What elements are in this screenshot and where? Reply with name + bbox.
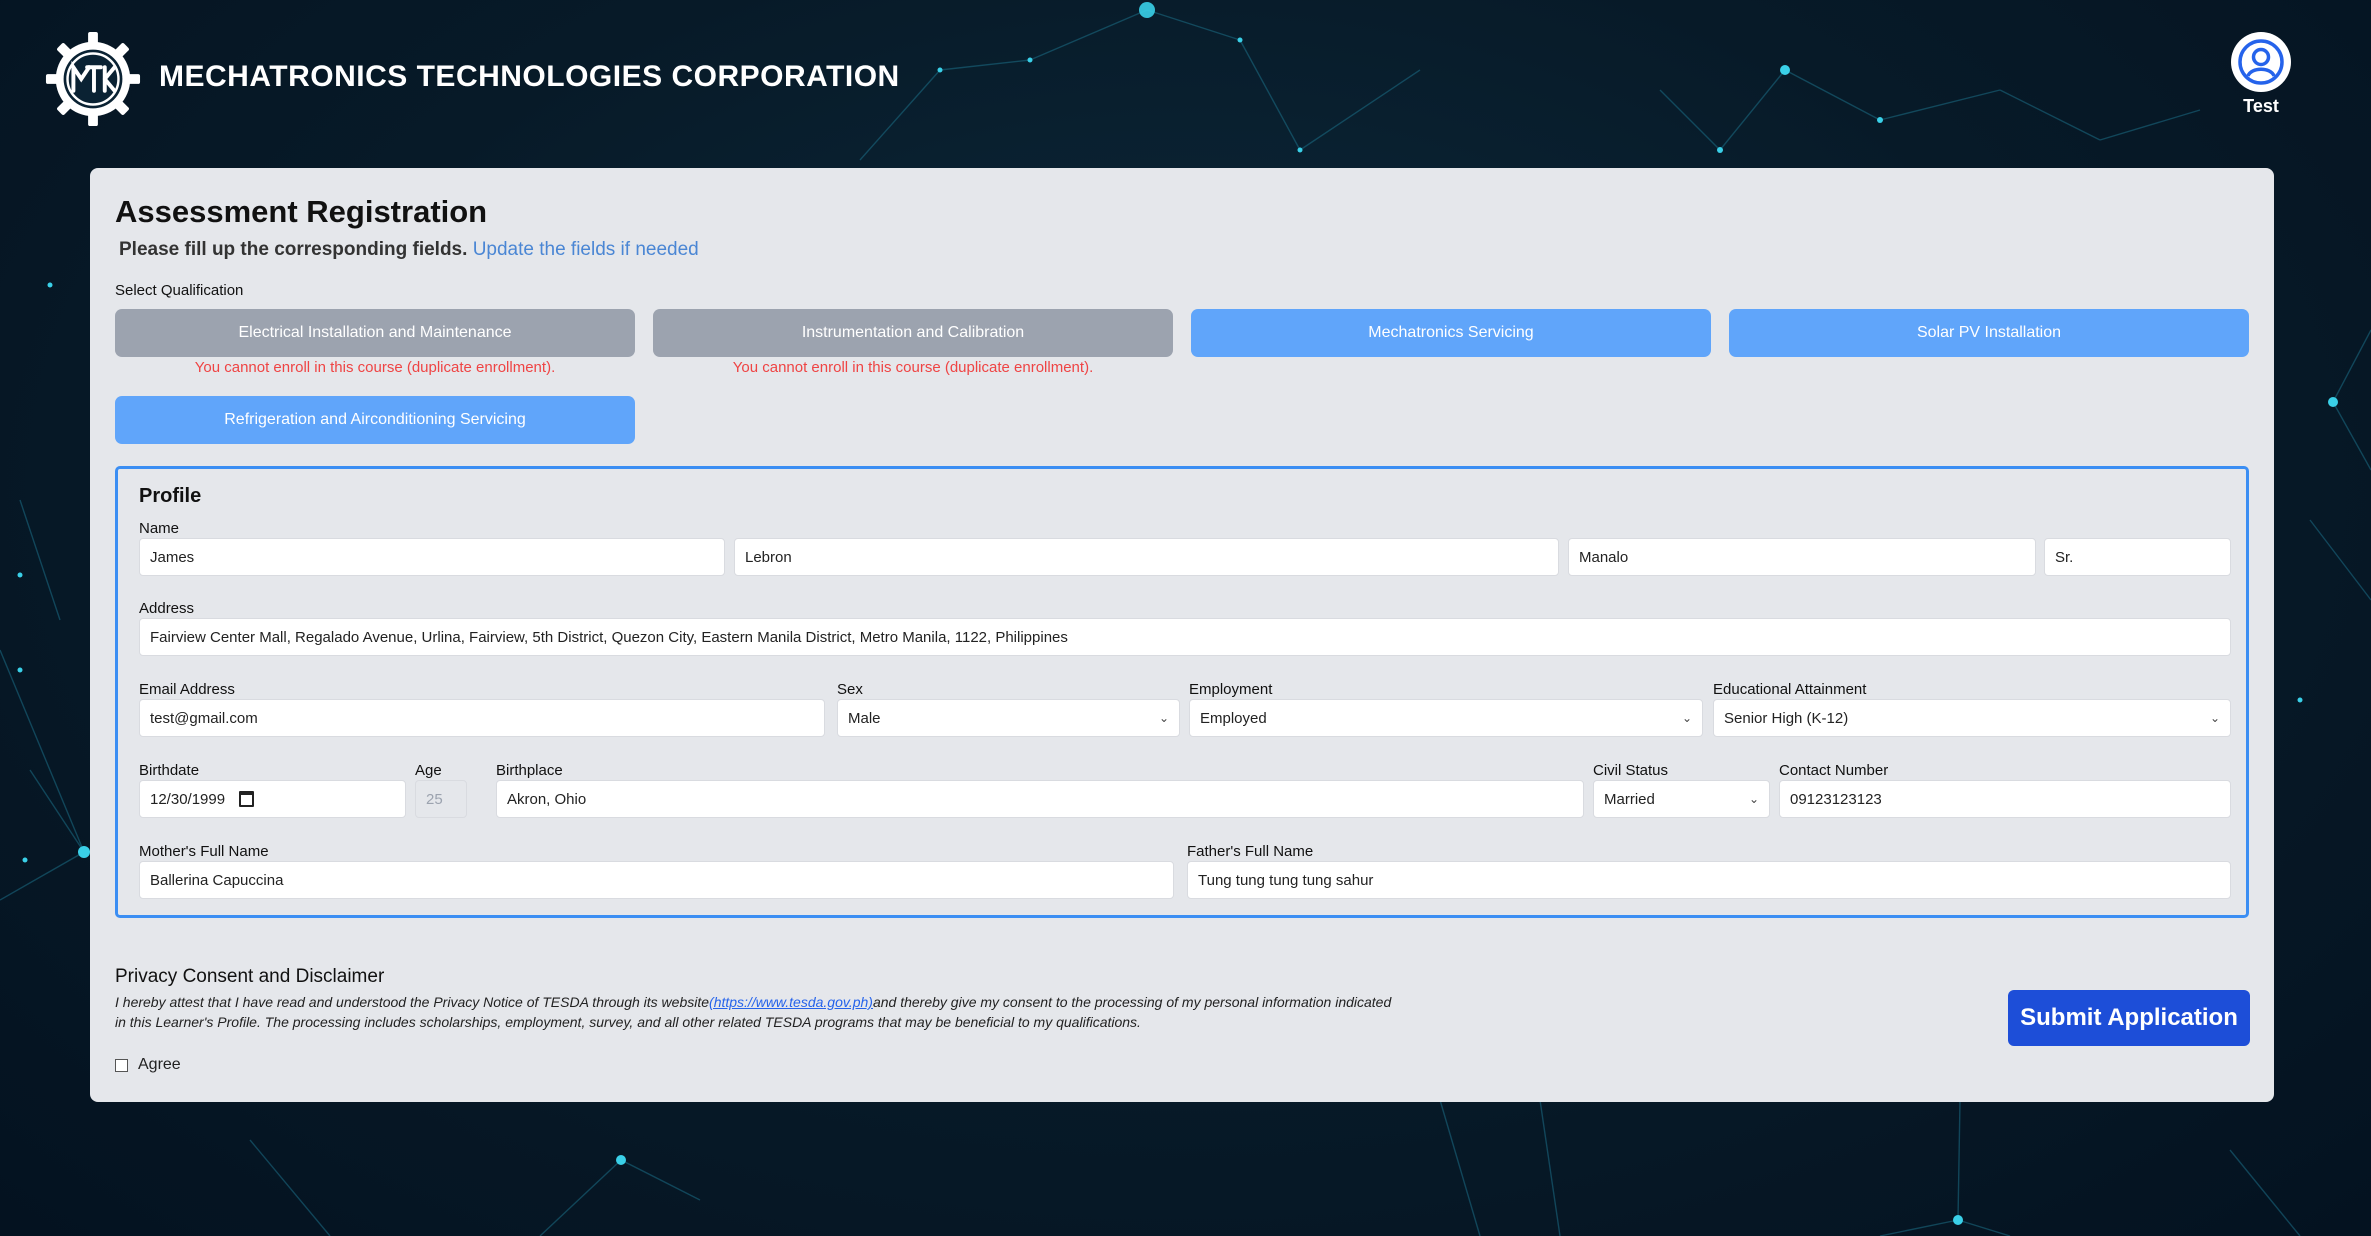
qualification-error-message: You cannot enroll in this course (duplic… — [732, 359, 1094, 376]
sex-selected-value: Male — [848, 709, 881, 727]
contact-number-input[interactable]: 09123123123 — [1779, 780, 2231, 818]
qualification-instrumentation-button[interactable]: Instrumentation and Calibration — [653, 309, 1173, 357]
qualification-refrigeration-button[interactable]: Refrigeration and Airconditioning Servic… — [115, 396, 635, 444]
qualification-electrical-button[interactable]: Electrical Installation and Maintenance — [115, 309, 635, 357]
mother-name-label: Mother's Full Name — [139, 843, 269, 860]
privacy-text: I hereby attest that I have read and und… — [115, 992, 1395, 1032]
page-title: Assessment Registration — [115, 194, 488, 229]
brand-title: MECHATRONICS TECHNOLOGIES CORPORATION — [159, 60, 900, 93]
suffix-input[interactable]: Sr. — [2044, 538, 2231, 576]
qualification-mechatronics-button[interactable]: Mechatronics Servicing — [1191, 309, 1711, 357]
privacy-text-before: I hereby attest that I have read and und… — [115, 994, 710, 1010]
birthdate-input[interactable]: 12/30/1999 — [139, 780, 406, 818]
address-input[interactable]: Fairview Center Mall, Regalado Avenue, U… — [139, 618, 2231, 656]
father-name-input[interactable]: Tung tung tung tung sahur — [1187, 861, 2231, 899]
registration-card: Assessment Registration Please fill up t… — [90, 168, 2274, 1102]
submit-application-button[interactable]: Submit Application — [2008, 990, 2250, 1046]
agree-checkbox[interactable] — [115, 1058, 128, 1072]
privacy-title: Privacy Consent and Disclaimer — [115, 966, 385, 987]
user-avatar[interactable] — [2231, 32, 2291, 92]
birthdate-label: Birthdate — [139, 762, 200, 779]
name-label: Name — [139, 520, 180, 537]
user-icon — [2238, 39, 2284, 85]
calendar-icon[interactable] — [239, 791, 255, 807]
select-qualification-label: Select Qualification — [115, 282, 244, 299]
tesda-website-link[interactable]: (https://www.tesda.gov.ph) — [709, 994, 873, 1010]
education-selected-value: Senior High (K-12) — [1724, 709, 1849, 727]
chevron-down-icon: ⌄ — [1681, 711, 1692, 725]
birthplace-input[interactable]: Akron, Ohio — [496, 780, 1584, 818]
user-name: Test — [2243, 96, 2279, 116]
education-label: Educational Attainment — [1713, 681, 1867, 698]
middle-name-input[interactable]: Lebron — [734, 538, 1559, 576]
civil-status-label: Civil Status — [1593, 762, 1669, 779]
agree-label: Agree — [138, 1056, 181, 1073]
birthdate-value: 12/30/1999 — [150, 790, 226, 808]
employment-selected-value: Employed — [1200, 709, 1267, 727]
mother-name-input[interactable]: Ballerina Capuccina — [139, 861, 1174, 899]
update-fields-link[interactable]: Update the fields if needed — [473, 239, 699, 260]
age-input: 25 — [415, 780, 467, 818]
age-label: Age — [415, 762, 442, 779]
civil-status-select[interactable]: Married ⌄ — [1593, 780, 1770, 818]
sex-label: Sex — [837, 681, 863, 698]
agree-control[interactable]: Agree — [115, 1056, 181, 1074]
company-logo — [45, 31, 141, 127]
father-name-label: Father's Full Name — [1187, 843, 1314, 860]
subtitle-instruction: Please fill up the corresponding fields. — [119, 239, 468, 260]
profile-section: Profile Name James Lebron Manalo Sr. Add… — [115, 466, 2249, 918]
education-select[interactable]: Senior High (K-12) ⌄ — [1713, 699, 2231, 737]
user-menu[interactable]: Test — [2228, 32, 2294, 117]
employment-label: Employment — [1189, 681, 1273, 698]
address-label: Address — [139, 600, 195, 617]
qualification-error-message: You cannot enroll in this course (duplic… — [194, 359, 556, 376]
last-name-input[interactable]: Manalo — [1568, 538, 2036, 576]
chevron-down-icon: ⌄ — [1748, 792, 1759, 806]
page-subtitle: Please fill up the corresponding fields.… — [119, 239, 699, 261]
chevron-down-icon: ⌄ — [1158, 711, 1169, 725]
email-label: Email Address — [139, 681, 235, 698]
contact-number-label: Contact Number — [1779, 762, 1889, 779]
email-input[interactable]: test@gmail.com — [139, 699, 825, 737]
sex-select[interactable]: Male ⌄ — [837, 699, 1180, 737]
profile-title: Profile — [139, 485, 202, 507]
employment-select[interactable]: Employed ⌄ — [1189, 699, 1703, 737]
chevron-down-icon: ⌄ — [2209, 711, 2220, 725]
qualification-solar-button[interactable]: Solar PV Installation — [1729, 309, 2249, 357]
first-name-input[interactable]: James — [139, 538, 725, 576]
birthplace-label: Birthplace — [496, 762, 563, 779]
civil-status-selected-value: Married — [1604, 790, 1655, 808]
